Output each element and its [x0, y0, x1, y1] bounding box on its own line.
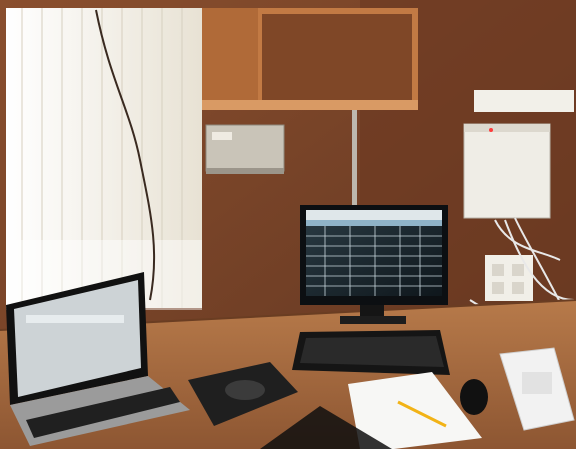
photo-office-desk [0, 0, 576, 449]
power-strip [485, 255, 533, 301]
mouse [460, 379, 488, 415]
window-blinds [6, 8, 202, 310]
keyboard [292, 330, 450, 375]
network-box [205, 124, 285, 174]
upper-shelf [198, 8, 418, 110]
